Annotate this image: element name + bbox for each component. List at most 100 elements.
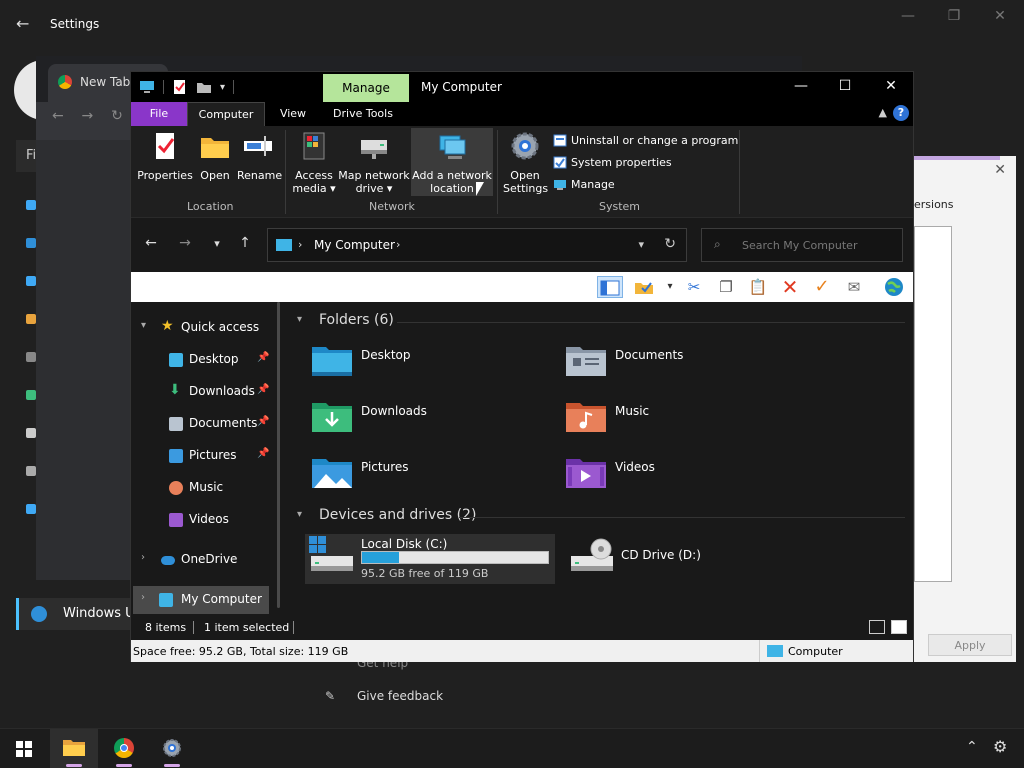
gaming-icon[interactable] — [26, 466, 36, 476]
apps-icon[interactable] — [26, 352, 36, 362]
paste-icon[interactable]: 📋 — [747, 276, 769, 298]
manage-button[interactable]: Manage — [553, 178, 615, 191]
previous-versions-tab[interactable]: ersions — [914, 198, 954, 211]
email-icon[interactable]: ✉ — [843, 276, 865, 298]
open-button[interactable]: Open — [195, 130, 235, 182]
apply-button[interactable]: Apply — [928, 634, 1012, 656]
system-icon[interactable] — [26, 200, 36, 210]
forward-icon[interactable]: → — [175, 235, 195, 251]
sidebar-item-windows-update[interactable]: Windows U — [16, 598, 136, 630]
refresh-icon[interactable]: ↻ — [664, 236, 676, 252]
chrome-back-icon[interactable]: ← — [52, 108, 64, 124]
breadcrumb[interactable]: My Computer — [314, 238, 395, 252]
checkmark-icon[interactable]: ✓ — [811, 276, 833, 298]
breadcrumb-chevron-icon[interactable]: › — [396, 238, 400, 251]
preview-pane-icon[interactable] — [597, 276, 623, 298]
large-icons-view-icon[interactable] — [891, 620, 907, 634]
tab-computer[interactable]: Computer — [187, 102, 265, 126]
status-separator — [293, 621, 294, 634]
chevron-down-icon[interactable]: ▾ — [297, 314, 302, 325]
pin-icon[interactable]: 📌 — [257, 352, 269, 363]
globe-icon[interactable] — [883, 276, 905, 298]
chevron-down-icon[interactable]: ▾ — [297, 509, 302, 520]
close-icon[interactable]: ✕ — [990, 8, 1010, 24]
qat-dropdown-icon[interactable]: ▾ — [220, 82, 225, 93]
close-icon[interactable]: ✕ — [881, 78, 901, 94]
time-icon[interactable] — [26, 428, 36, 438]
accessibility-icon[interactable] — [26, 504, 36, 514]
maximize-icon[interactable]: ☐ — [835, 78, 855, 94]
chevron-right-icon[interactable]: › — [141, 552, 145, 563]
recent-locations-icon[interactable]: ▾ — [207, 237, 227, 250]
breadcrumb-chevron-icon[interactable]: › — [298, 238, 302, 251]
help-icon[interactable]: ? — [893, 105, 909, 121]
minimize-icon[interactable]: — — [898, 8, 918, 24]
address-bar[interactable]: › My Computer › ▾ ↻ — [267, 228, 687, 262]
back-arrow-icon[interactable]: ← — [16, 14, 29, 33]
select-dropdown-icon[interactable]: ▾ — [659, 276, 681, 298]
details-view-icon[interactable] — [869, 620, 885, 634]
folder-downloads[interactable]: Downloads — [311, 400, 551, 440]
tab-view[interactable]: View — [271, 102, 315, 126]
nav-item-my-computer[interactable]: › My Computer — [133, 586, 269, 614]
access-media-button[interactable]: Access media ▾ — [291, 130, 337, 195]
pin-icon[interactable]: 📌 — [257, 384, 269, 395]
close-icon[interactable]: ✕ — [994, 162, 1006, 178]
chevron-down-icon[interactable]: ▾ — [638, 238, 644, 251]
chevron-down-icon[interactable]: ▾ — [141, 320, 146, 331]
new-folder-icon[interactable] — [196, 80, 212, 94]
nav-item-onedrive[interactable]: › OneDrive — [131, 546, 281, 574]
copy-icon[interactable]: ❐ — [715, 276, 737, 298]
nav-item-desktop[interactable]: Desktop 📌 — [131, 346, 281, 374]
open-settings-button[interactable]: Open Settings — [503, 130, 548, 195]
taskbar-file-explorer[interactable] — [50, 729, 98, 768]
up-icon[interactable]: ↑ — [235, 235, 255, 251]
folder-desktop[interactable]: Desktop — [311, 344, 551, 384]
personalization-icon[interactable] — [26, 314, 36, 324]
nav-item-videos[interactable]: Videos — [131, 506, 281, 534]
pin-icon[interactable]: 📌 — [257, 416, 269, 427]
collapse-ribbon-icon[interactable]: ▲ — [879, 106, 887, 119]
chrome-reload-icon[interactable]: ↻ — [111, 108, 123, 124]
system-properties-button[interactable]: System properties — [553, 156, 672, 169]
tab-drive-tools[interactable]: Drive Tools — [327, 102, 399, 126]
restore-icon[interactable]: ❐ — [944, 8, 964, 24]
give-feedback-link[interactable]: Give feedback — [357, 689, 443, 703]
accounts-icon[interactable] — [26, 390, 36, 400]
drive-c[interactable]: Local Disk (C:) 95.2 GB free of 119 GB — [305, 534, 555, 584]
tab-file[interactable]: File — [131, 102, 187, 126]
gear-icon[interactable]: ⚙ — [993, 737, 1007, 756]
nav-item-documents[interactable]: Documents 📌 — [131, 410, 281, 438]
minimize-icon[interactable]: — — [791, 78, 811, 94]
properties-button[interactable]: Properties — [137, 130, 193, 182]
back-icon[interactable]: ← — [141, 235, 161, 251]
uninstall-program-button[interactable]: Uninstall or change a program — [553, 134, 738, 147]
taskbar-chrome[interactable] — [100, 729, 148, 768]
folder-videos[interactable]: Videos — [565, 456, 805, 496]
chevron-right-icon[interactable]: › — [141, 592, 145, 603]
folder-documents[interactable]: Documents — [565, 344, 805, 384]
nav-item-pictures[interactable]: Pictures 📌 — [131, 442, 281, 470]
drive-d[interactable]: CD Drive (D:) — [565, 534, 765, 584]
nav-item-music[interactable]: Music — [131, 474, 281, 502]
folder-music[interactable]: Music — [565, 400, 805, 440]
properties-check-icon[interactable] — [172, 80, 188, 94]
nav-item-quick-access[interactable]: ▾ ★ Quick access — [131, 314, 281, 342]
folder-pictures[interactable]: Pictures — [311, 456, 551, 496]
rename-button[interactable]: Rename — [237, 130, 282, 182]
tab-manage[interactable]: Manage — [323, 74, 409, 102]
select-icon[interactable] — [633, 276, 655, 298]
search-input[interactable]: Search My Computer — [742, 239, 857, 252]
cut-icon[interactable]: ✂ — [683, 276, 705, 298]
taskbar-settings[interactable] — [148, 729, 196, 768]
nav-item-downloads[interactable]: ⬇ Downloads 📌 — [131, 378, 281, 406]
search-box[interactable]: ⌕ Search My Computer — [701, 228, 903, 262]
delete-icon[interactable]: ✕ — [779, 276, 801, 298]
pin-icon[interactable]: 📌 — [257, 448, 269, 459]
bluetooth-icon[interactable] — [26, 238, 36, 248]
chrome-forward-icon[interactable]: → — [82, 108, 94, 124]
map-network-drive-button[interactable]: Map network drive ▾ — [337, 130, 411, 195]
chevron-up-icon[interactable]: ⌃ — [966, 739, 978, 755]
network-icon[interactable] — [26, 276, 36, 286]
start-button[interactable] — [0, 729, 48, 768]
